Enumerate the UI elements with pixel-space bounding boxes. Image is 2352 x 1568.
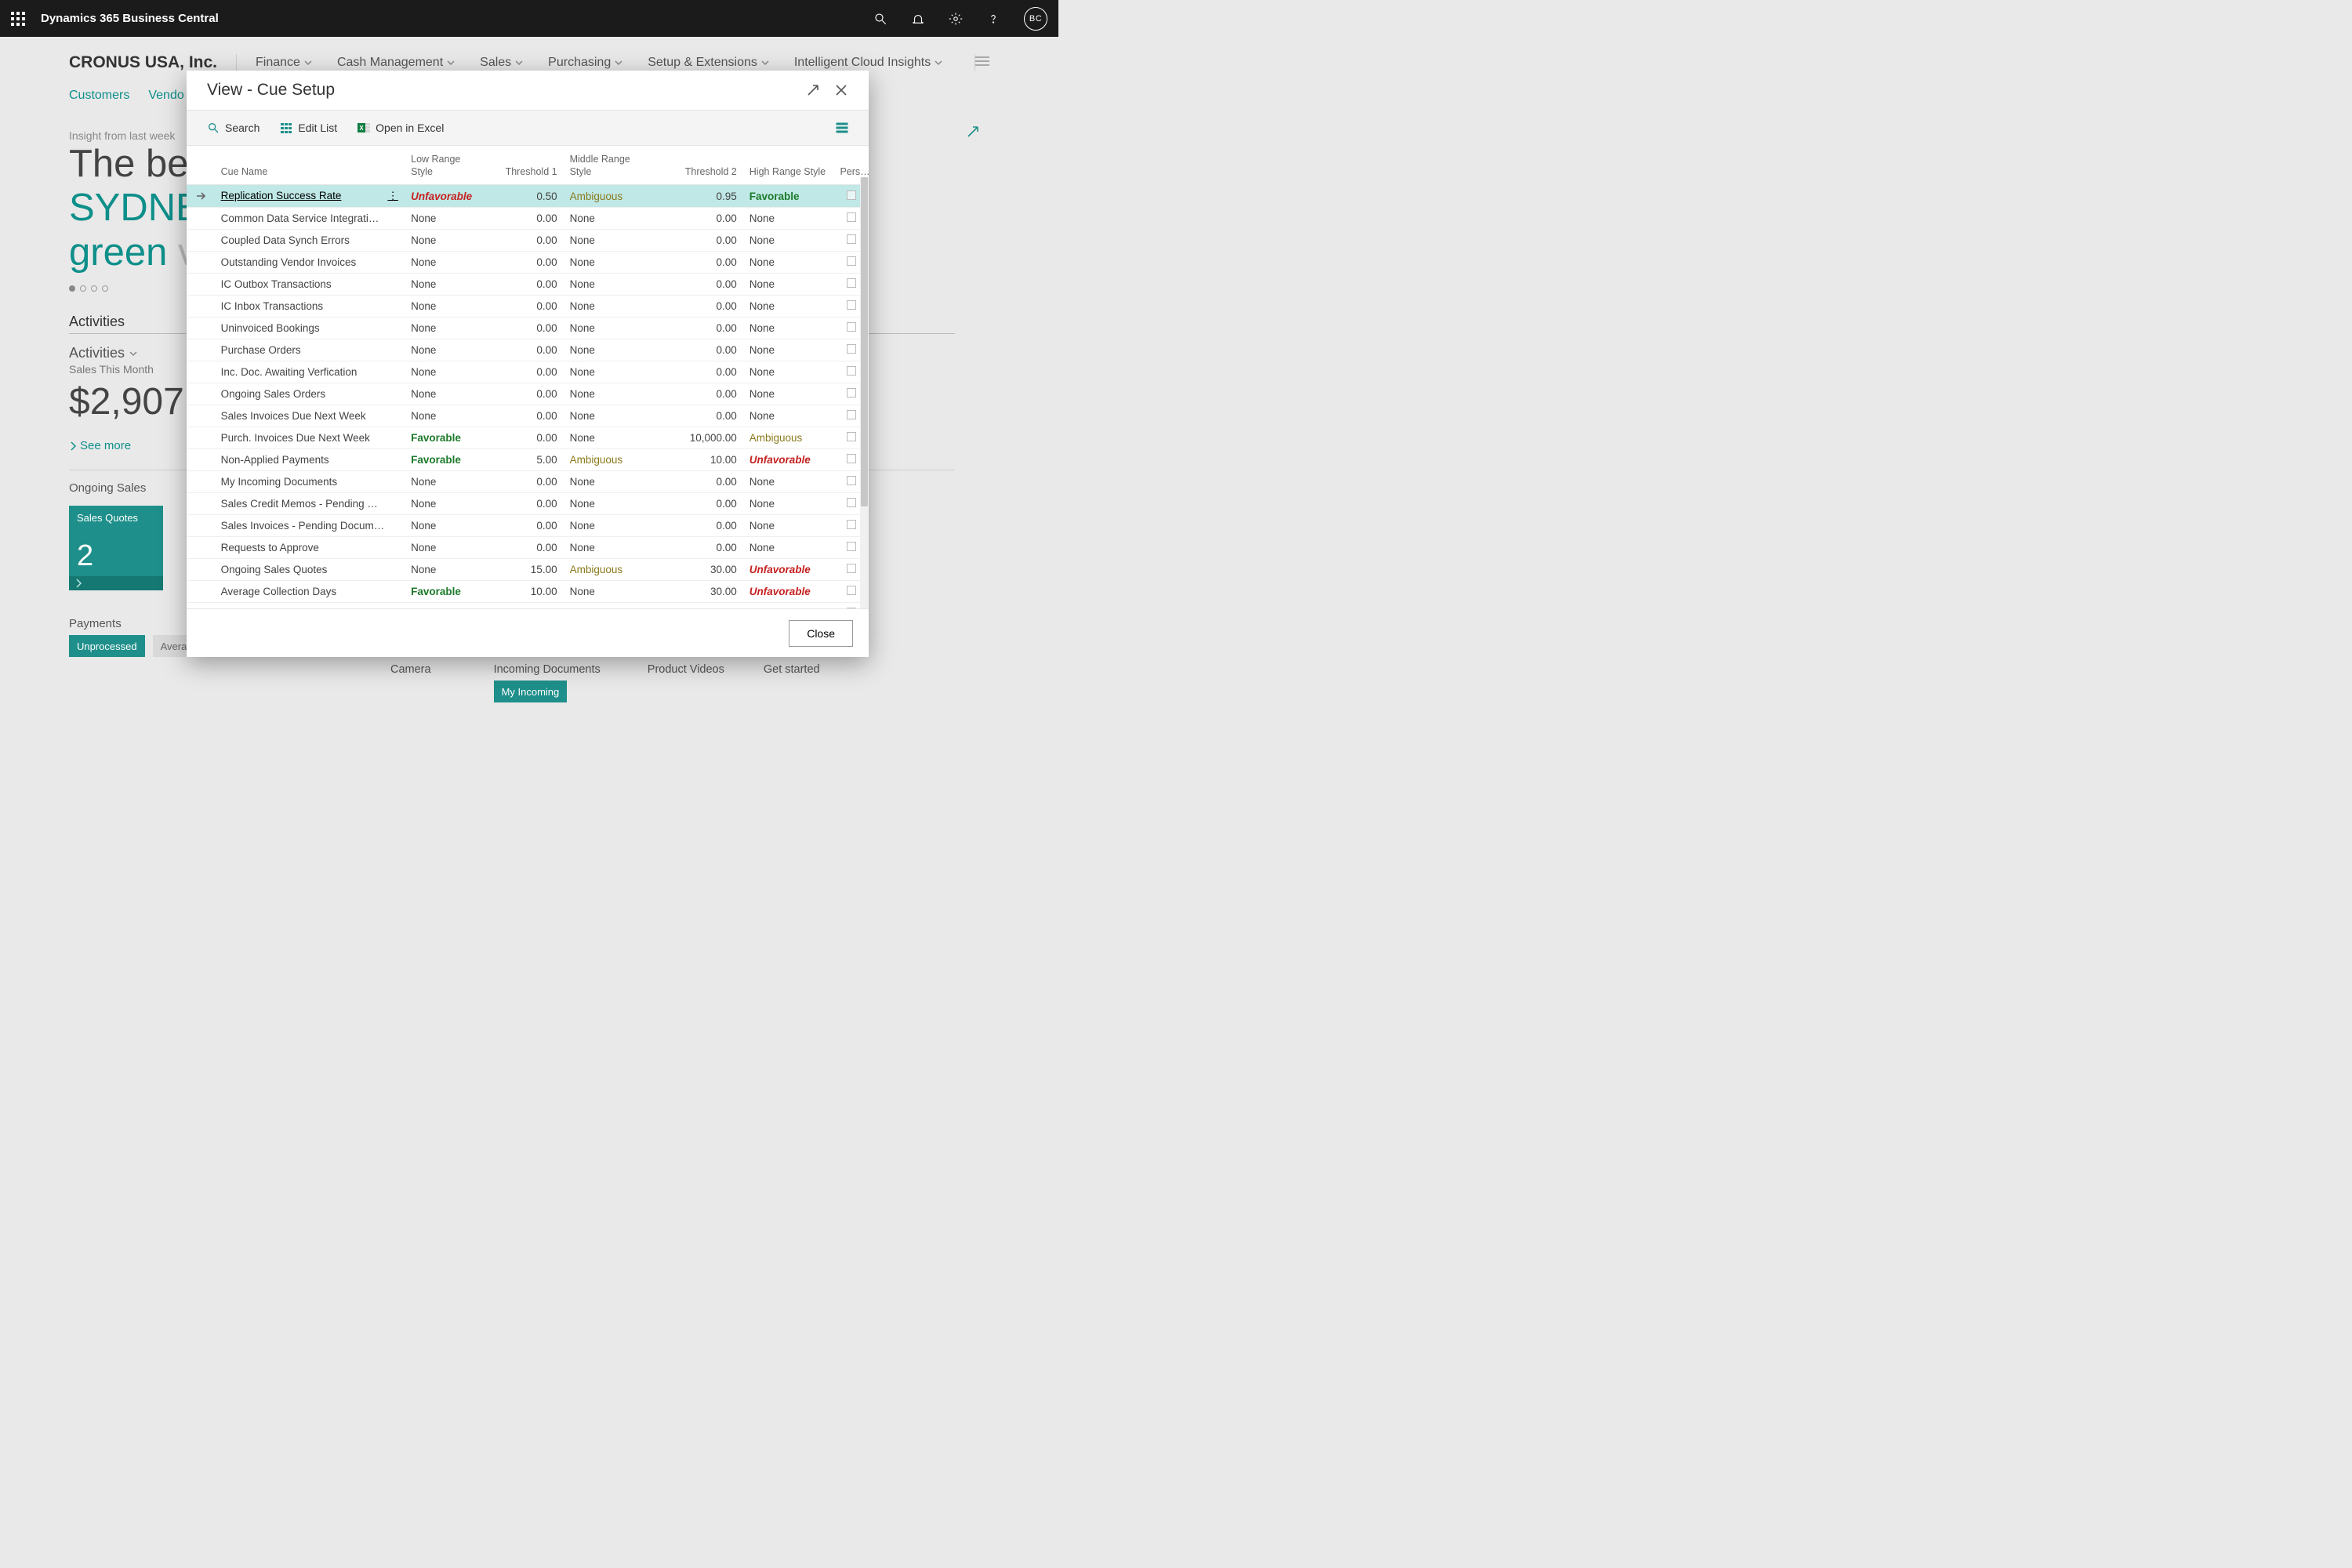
personalized-checkbox[interactable] [847,454,856,463]
table-row[interactable]: Outstanding Vendor InvoicesNone0.00None0… [187,252,869,274]
table-row[interactable]: Purch. Invoices Due Next WeekFavorable0.… [187,427,869,449]
product-videos-heading: Product Videos [648,663,724,676]
table-row[interactable]: IC Outbox TransactionsNone0.00None0.00No… [187,274,869,296]
get-started-heading: Get started [764,663,820,676]
table-row[interactable]: Non-Applied PaymentsFavorable5.00Ambiguo… [187,449,869,471]
dialog-toolbar: Search Edit List X Open in Excel [187,110,869,146]
topnav-item[interactable]: Purchasing [548,56,622,70]
table-row[interactable]: Uninvoiced BookingsNone0.00None0.00None [187,318,869,339]
grid-scrollbar[interactable] [860,177,869,608]
overflow-menu-icon[interactable] [975,56,989,71]
expand-page-icon[interactable] [966,125,980,139]
app-launcher-icon[interactable] [11,12,25,26]
personalized-checkbox[interactable] [847,388,856,397]
topnav-item[interactable]: Cash Management [337,56,455,70]
search-icon[interactable] [873,12,887,26]
personalized-checkbox[interactable] [847,586,856,595]
table-row[interactable]: Ongoing Sales OrdersNone0.00None0.00None [187,383,869,405]
col-mid-range[interactable]: Middle Range Style [564,146,659,185]
table-row[interactable]: Ongoing Sales QuotesNone15.00Ambiguous30… [187,559,869,581]
table-row[interactable]: Replication Success Rate⋮Unfavorable0.50… [187,185,869,208]
table-row[interactable]: Purchase OrdersNone0.00None0.00None [187,339,869,361]
cue-setup-dialog: View - Cue Setup Search Edit List X Open… [187,71,869,657]
svg-text:X: X [360,125,365,132]
personalized-checkbox[interactable] [847,278,856,288]
global-topbar: Dynamics 365 Business Central BC [0,0,1058,37]
topnav-item[interactable]: Finance [256,56,312,70]
search-action[interactable]: Search [207,122,260,134]
personalized-checkbox[interactable] [847,366,856,376]
col-high-range[interactable]: High Range Style [743,146,834,185]
company-name[interactable]: CRONUS USA, Inc. [69,53,236,72]
camera-heading: Camera [390,663,431,676]
personalized-checkbox[interactable] [847,212,856,222]
personalized-checkbox[interactable] [847,256,856,266]
table-row[interactable]: Coupled Data Synch ErrorsNone0.00None0.0… [187,230,869,252]
help-icon[interactable] [986,12,1000,26]
col-cue-name[interactable]: Cue Name [215,146,405,185]
my-incoming-chip[interactable]: My Incoming [494,681,568,702]
incoming-docs-heading: Incoming Documents [494,663,601,676]
payment-chip[interactable]: Unprocessed [69,635,145,657]
table-row[interactable]: Overdue Sales Invoice AmountFavorable100… [187,603,869,608]
table-row[interactable]: Average Collection DaysFavorable10.00Non… [187,581,869,603]
col-threshold-2[interactable]: Threshold 2 [659,146,743,185]
table-row[interactable]: IC Inbox TransactionsNone0.00None0.00Non… [187,296,869,318]
personalized-checkbox[interactable] [847,432,856,441]
table-row[interactable]: My Incoming DocumentsNone0.00None0.00Non… [187,471,869,493]
expand-dialog-icon[interactable] [806,83,820,97]
dialog-title: View - Cue Setup [207,81,335,100]
personalized-checkbox[interactable] [847,520,856,529]
tile-sales-quotes[interactable]: Sales Quotes 2 [69,506,163,590]
personalized-checkbox[interactable] [847,498,856,507]
table-row[interactable]: Inc. Doc. Awaiting VerficationNone0.00No… [187,361,869,383]
table-row[interactable]: Sales Invoices Due Next WeekNone0.00None… [187,405,869,427]
edit-list-action[interactable]: Edit List [280,122,337,134]
top-nav: Finance Cash Management Sales Purchasing Set… [237,56,975,70]
open-in-excel-action[interactable]: X Open in Excel [358,122,444,134]
close-button[interactable]: Close [789,620,853,647]
user-avatar[interactable]: BC [1024,7,1047,31]
subnav-link[interactable]: Customers [69,89,129,103]
table-row[interactable]: Common Data Service Integrati…None0.00No… [187,208,869,230]
subnav-link[interactable]: Vendo [148,89,183,103]
bell-icon[interactable] [911,12,925,26]
col-threshold-1[interactable]: Threshold 1 [485,146,563,185]
personalized-checkbox[interactable] [847,322,856,332]
personalized-checkbox[interactable] [847,542,856,551]
personalized-checkbox[interactable] [847,410,856,419]
close-dialog-icon[interactable] [834,83,848,97]
personalized-checkbox[interactable] [847,234,856,244]
personalized-checkbox[interactable] [847,564,856,573]
topnav-item[interactable]: Sales [480,56,523,70]
table-row[interactable]: Sales Credit Memos - Pending …None0.00No… [187,493,869,515]
cue-setup-grid[interactable]: Cue Name Low Range Style Threshold 1 Mid… [187,146,869,608]
gear-icon[interactable] [949,12,963,26]
ongoing-sales-heading: Ongoing Sales [69,481,171,499]
topnav-item[interactable]: Setup & Extensions [648,56,769,70]
personalized-checkbox[interactable] [847,344,856,354]
list-view-icon[interactable] [836,122,848,134]
personalized-checkbox[interactable] [847,476,856,485]
col-low-range[interactable]: Low Range Style [405,146,485,185]
table-row[interactable]: Sales Invoices - Pending Docum…None0.00N… [187,515,869,537]
table-row[interactable]: Requests to ApproveNone0.00None0.00None [187,537,869,559]
personalized-checkbox[interactable] [847,191,856,200]
topnav-item[interactable]: Intelligent Cloud Insights [794,56,942,70]
personalized-checkbox[interactable] [847,300,856,310]
product-title: Dynamics 365 Business Central [41,12,219,25]
